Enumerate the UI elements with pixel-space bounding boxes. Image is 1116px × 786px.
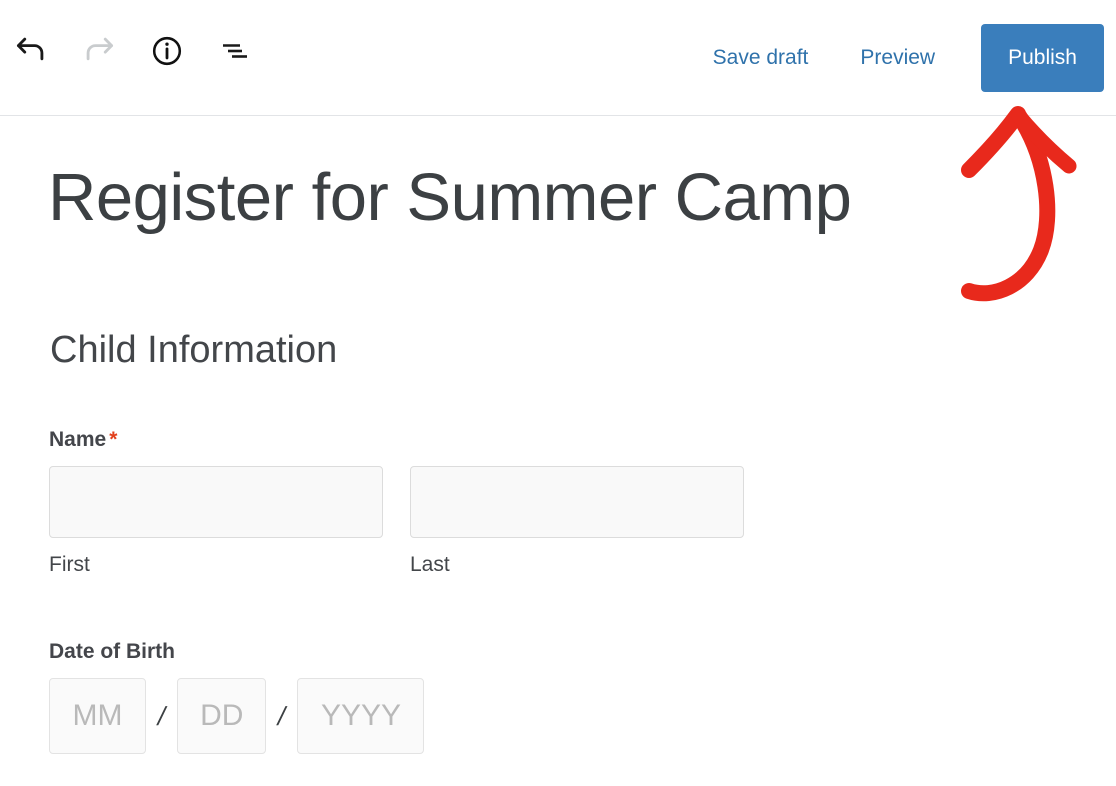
- name-inputs-row: First Last: [49, 466, 744, 577]
- last-name-column: Last: [410, 466, 744, 577]
- undo-icon: [14, 34, 48, 68]
- preview-button[interactable]: Preview: [834, 24, 961, 92]
- first-name-input[interactable]: [49, 466, 383, 538]
- date-separator-1: /: [154, 700, 169, 731]
- date-of-birth-month-input[interactable]: [49, 678, 146, 754]
- name-label-text: Name: [49, 428, 107, 451]
- save-draft-button[interactable]: Save draft: [687, 24, 835, 92]
- date-of-birth-year-input[interactable]: [297, 678, 425, 754]
- required-asterisk: *: [109, 428, 118, 451]
- toolbar-left-icon-group: [8, 28, 258, 74]
- publish-button[interactable]: Publish: [981, 24, 1104, 92]
- redo-button[interactable]: [76, 28, 122, 74]
- field-group-date-of-birth: Date of Birth / /: [49, 640, 425, 754]
- info-icon: [151, 35, 183, 67]
- section-heading[interactable]: Child Information: [50, 329, 337, 372]
- outline-icon: [218, 34, 252, 68]
- editor-toolbar: Save draft Preview Publish: [0, 0, 1116, 116]
- first-name-sub-label: First: [49, 553, 90, 576]
- form-title[interactable]: Register for Summer Camp: [48, 159, 852, 236]
- form-preview-canvas: Register for Summer Camp Child Informati…: [0, 116, 1116, 786]
- date-separator-2: /: [275, 700, 289, 731]
- field-group-name: Name * First Last: [49, 428, 744, 577]
- name-field-label: Name *: [49, 428, 744, 452]
- document-outline-button[interactable]: [212, 28, 258, 74]
- toolbar-right-action-group: Save draft Preview Publish: [687, 24, 1104, 92]
- redo-icon: [82, 34, 116, 68]
- first-name-column: First: [49, 466, 383, 577]
- undo-button[interactable]: [8, 28, 54, 74]
- last-name-sub-label: Last: [410, 553, 450, 576]
- date-of-birth-inputs-row: / /: [49, 678, 425, 754]
- details-button[interactable]: [144, 28, 190, 74]
- last-name-input[interactable]: [410, 466, 744, 538]
- date-of-birth-day-input[interactable]: [177, 678, 267, 754]
- date-of-birth-label: Date of Birth: [49, 640, 175, 663]
